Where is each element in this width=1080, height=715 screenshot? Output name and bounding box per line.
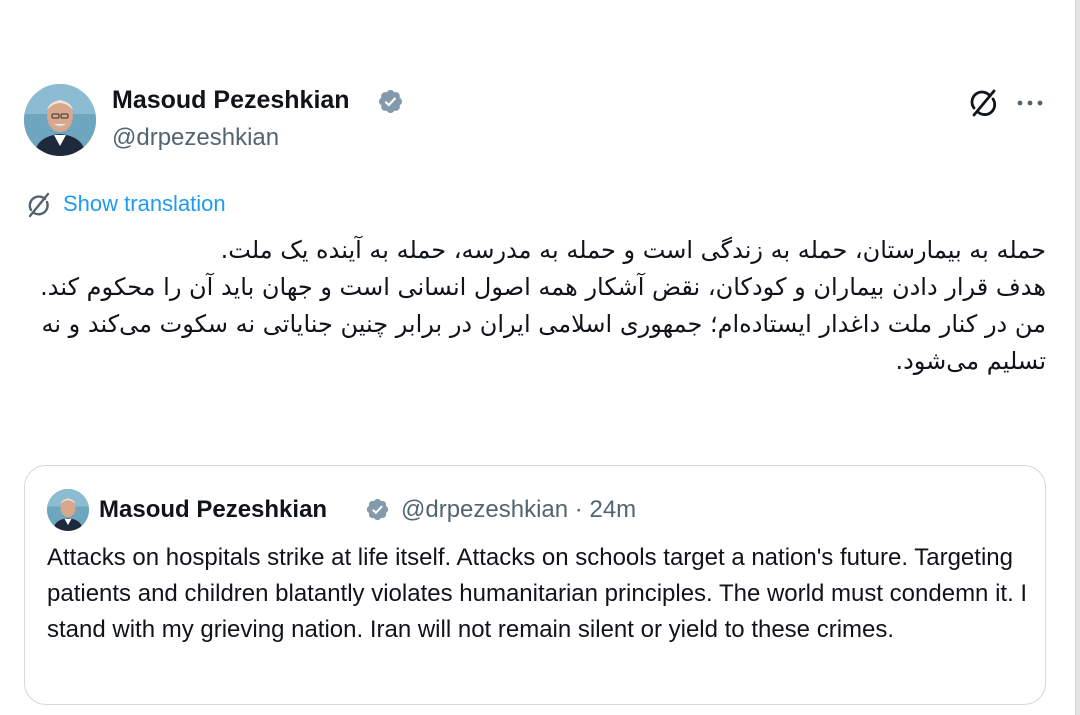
author-avatar[interactable]	[24, 84, 96, 156]
verified-badge-icon	[365, 497, 390, 522]
author-name[interactable]: Masoud Pezeshkian	[112, 86, 350, 115]
meta-separator: ·	[574, 496, 583, 523]
quoted-tweet-card[interactable]: Masoud Pezeshkian @drpezeshkian · 24m At…	[24, 465, 1046, 705]
tweet-paragraph: هدف قرار دادن بیماران و کودکان، نقض آشکا…	[40, 273, 1046, 301]
tweet-text: حمله به بیمارستان، حمله به زندگی است و ح…	[20, 232, 1046, 380]
scrollbar-edge	[1075, 0, 1080, 715]
translate-icon	[24, 190, 54, 220]
tweet-paragraph: من در کنار ملت داغدار ایستاده‌ام؛ جمهوری…	[41, 310, 1046, 375]
quoted-meta: @drpezeshkian · 24m	[401, 496, 636, 524]
more-icon[interactable]	[1012, 86, 1048, 120]
tweet-paragraph: حمله به بیمارستان، حمله به زندگی است و ح…	[220, 236, 1046, 264]
grok-icon[interactable]	[966, 86, 1000, 120]
quoted-author-name[interactable]: Masoud Pezeshkian	[99, 496, 327, 524]
quoted-author-avatar[interactable]	[47, 489, 89, 531]
quoted-author-handle[interactable]: @drpezeshkian	[401, 496, 568, 523]
show-translation-label[interactable]: Show translation	[63, 191, 226, 217]
verified-badge-icon[interactable]	[377, 88, 404, 115]
quoted-timestamp[interactable]: 24m	[589, 496, 636, 523]
quoted-tweet-text: Attacks on hospitals strike at life itse…	[47, 544, 1028, 643]
author-handle[interactable]: @drpezeshkian	[112, 124, 279, 152]
